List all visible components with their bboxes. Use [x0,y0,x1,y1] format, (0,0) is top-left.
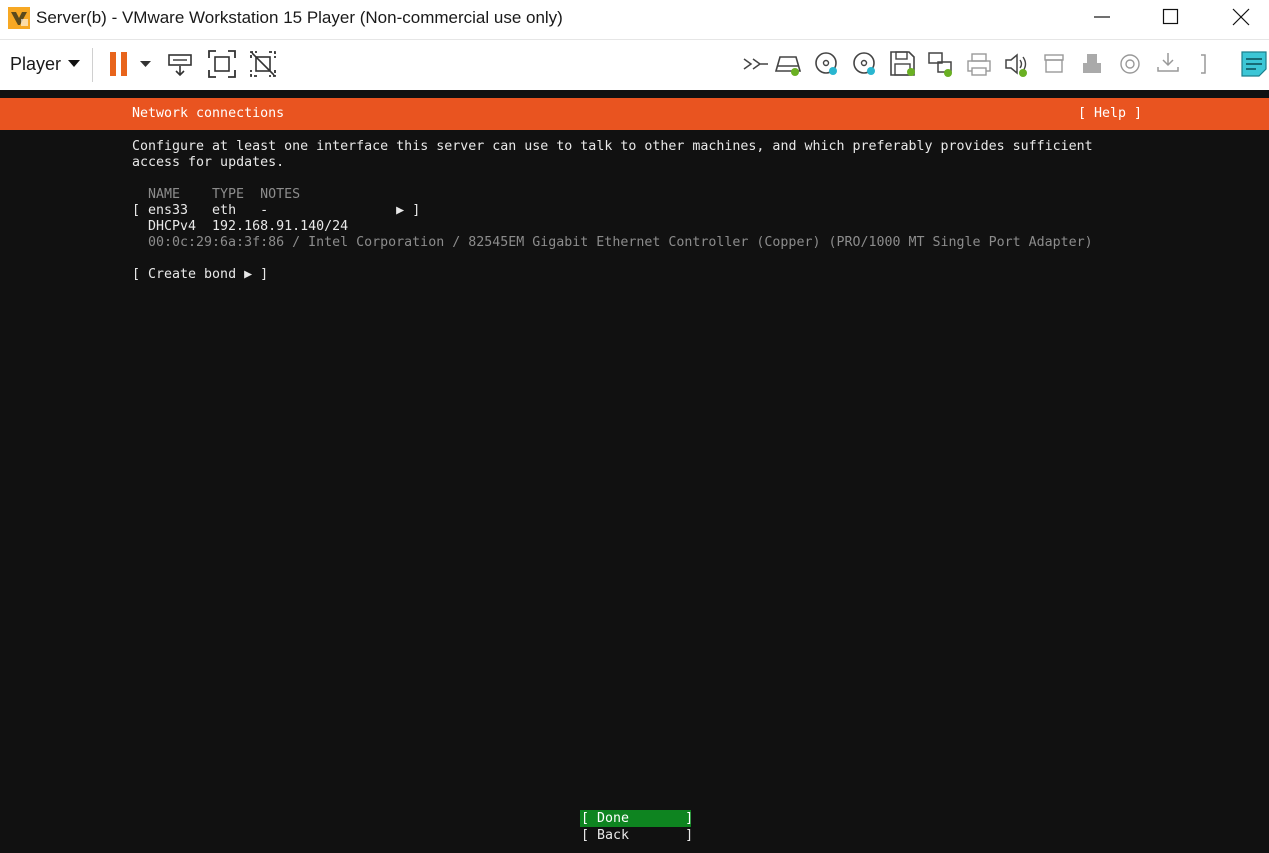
description-line-2: access for updates. [132,155,285,170]
cd-dvd-1-icon [815,52,837,75]
back-button[interactable]: [ Back ] [580,827,694,844]
interface-table-header: NAME TYPE NOTES [148,187,301,202]
interface-dhcp-address: DHCPv4 192.168.91.140/24 [148,219,349,234]
hard-disk-button[interactable] [774,49,804,79]
create-bond-button[interactable]: [ Create bond ▶ ] [132,267,268,283]
cd-dvd-2-icon [853,52,875,75]
unity-button[interactable] [248,49,278,79]
vmware-logo-icon [7,6,31,30]
fullscreen-button[interactable] [207,49,237,79]
archive-button[interactable] [1040,49,1070,79]
minimize-icon [1094,16,1110,18]
send-ctrl-alt-del-button[interactable] [166,49,196,79]
interface-row-ens33[interactable]: [ ens33 eth - ▶ ] [132,203,420,219]
pause-dropdown-icon [140,61,151,67]
network-adapter-icon [928,52,952,77]
camera-icon [1120,54,1140,74]
fullscreen-icon [208,50,236,78]
network-adapter-button[interactable] [926,49,956,79]
window-title: Server(b) - VMware Workstation 15 Player… [36,8,563,27]
device-more-button[interactable] [1193,49,1215,79]
message-log-button[interactable] [741,49,771,79]
close-icon [1232,8,1250,26]
floppy-button[interactable] [888,49,918,79]
pause-button[interactable] [106,49,136,79]
printer-button[interactable] [964,49,994,79]
installer-header-bar: Network connections [ Help ] [0,98,1269,130]
printer-icon [967,53,991,76]
sound-card-icon [1005,53,1027,77]
device-more-icon [1201,54,1206,74]
cd-dvd-2-button[interactable] [850,49,880,79]
pause-dropdown-button[interactable] [138,49,154,79]
back-button-label: [ Back ] [581,828,694,843]
maximize-button[interactable] [1148,0,1194,36]
send-ctrl-alt-del-icon [168,54,192,77]
player-menu-button[interactable]: Player [0,50,86,80]
hard-disk-icon [774,56,802,76]
maximize-icon [1162,8,1179,25]
interface-hardware-info: 00:0c:29:6a:3f:86 / Intel Corporation / … [148,235,1093,250]
unity-icon [250,51,276,77]
close-button[interactable] [1218,0,1264,36]
message-log-icon [743,58,768,70]
window-titlebar: Server(b) - VMware Workstation 15 Player… [0,0,1269,40]
player-toolbar: Player [0,40,1269,90]
description-line-1: Configure at least one interface this se… [132,139,1093,154]
cd-dvd-1-button[interactable] [812,49,842,79]
usb-device-icon [1083,54,1101,73]
installer-page-title: Network connections [132,106,285,121]
sound-card-button[interactable] [1002,49,1032,79]
notes-button[interactable] [1240,49,1269,79]
toolbar-divider [92,48,93,82]
done-button-label: [ Done ] [581,811,694,826]
minimize-button[interactable] [1079,0,1125,36]
player-menu-label: Player [10,54,62,74]
vm-console-screen[interactable]: Network connections [ Help ] Configure a… [0,90,1269,853]
archive-icon [1044,54,1064,73]
chevron-down-icon [68,60,80,67]
usb-device-button[interactable] [1078,49,1108,79]
notes-icon [1241,51,1267,77]
pause-icon [110,52,127,76]
done-button[interactable]: [ Done ] [580,810,694,827]
help-button[interactable]: [ Help ] [1078,106,1142,121]
vm-screen-top-strip [0,90,1269,98]
download-icon [1157,53,1179,72]
download-button[interactable] [1154,49,1184,79]
floppy-icon [890,51,915,76]
camera-button[interactable] [1116,49,1146,79]
